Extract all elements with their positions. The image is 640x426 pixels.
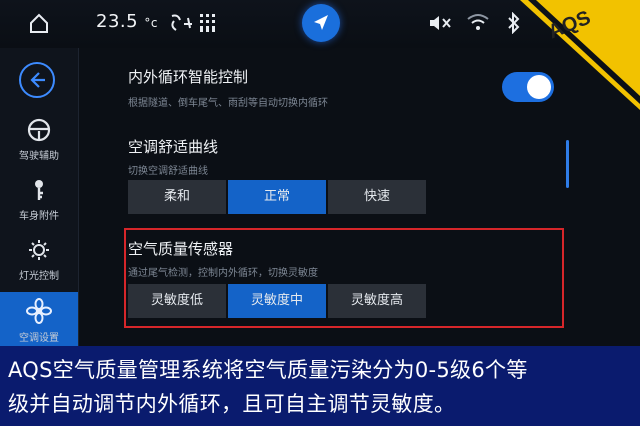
sidebar-item-label: 灯光控制 (19, 271, 59, 282)
air-quality-subtitle: 通过尾气检测，控制内外循环，切换灵敏度 (128, 268, 318, 279)
settings-panel: 内外循环智能控制 根据隧道、倒车尾气、雨刮等自动切换内循环 空调舒适曲线 切换空… (80, 48, 586, 348)
key-icon (35, 180, 43, 200)
comfort-option-normal[interactable]: 正常 (228, 180, 326, 214)
scrollbar[interactable] (566, 140, 569, 188)
navigation-icon (314, 15, 328, 30)
sensitivity-selector: 灵敏度低 灵敏度中 灵敏度高 (128, 284, 428, 318)
sidebar-item-lighting[interactable]: 灯光控制 (0, 232, 78, 292)
back-button[interactable] (19, 62, 55, 98)
sensitivity-option-low[interactable]: 灵敏度低 (128, 284, 226, 318)
steering-wheel-icon (27, 118, 51, 142)
air-quality-title: 空气质量传感器 (128, 240, 234, 258)
comfort-curve-subtitle: 切换空调舒适曲线 (128, 166, 208, 177)
comfort-option-fast[interactable]: 快速 (328, 180, 426, 214)
circulation-title: 内外循环智能控制 (128, 68, 249, 86)
sensitivity-option-medium[interactable]: 灵敏度中 (228, 284, 326, 318)
sidebar-item-driving-assist[interactable]: 驾驶辅助 (0, 112, 78, 172)
sidebar-item-climate[interactable]: 空调设置 (0, 292, 78, 348)
circulation-toggle[interactable] (502, 72, 554, 102)
comfort-curve-title: 空调舒适曲线 (128, 138, 219, 156)
sidebar-item-label: 车身附件 (19, 211, 59, 222)
mute-icon[interactable] (428, 13, 452, 33)
caption-line-2: 级并自动调节内外循环，且可自主调节灵敏度。 (8, 392, 456, 416)
seat-heat-icon[interactable] (198, 12, 218, 34)
fan-icon[interactable] (168, 12, 194, 34)
comfort-option-soft[interactable]: 柔和 (128, 180, 226, 214)
sidebar-item-label: 驾驶辅助 (19, 151, 59, 162)
home-icon[interactable] (28, 12, 50, 34)
comfort-curve-selector: 柔和 正常 快速 (128, 180, 428, 214)
light-icon (29, 240, 49, 260)
sidebar-item-body-accessories[interactable]: 车身附件 (0, 172, 78, 232)
sensitivity-option-high[interactable]: 灵敏度高 (328, 284, 426, 318)
sidebar: 驾驶辅助 车身附件 灯光控制 空调设置 (0, 48, 79, 348)
back-arrow-icon (30, 72, 45, 88)
navigation-button[interactable] (302, 4, 340, 42)
caption-line-1: AQS空气质量管理系统将空气质量污染分为0-5级6个等 (8, 358, 528, 382)
circulation-subtitle: 根据隧道、倒车尾气、雨刮等自动切换内循环 (128, 98, 328, 109)
caption-banner: AQS空气质量管理系统将空气质量污染分为0-5级6个等 级并自动调节内外循环，且… (0, 346, 640, 426)
temperature-readout: 23.5 °c (96, 11, 158, 32)
fan-icon (26, 298, 52, 324)
toggle-knob (527, 75, 551, 99)
sidebar-item-label: 空调设置 (19, 333, 59, 344)
